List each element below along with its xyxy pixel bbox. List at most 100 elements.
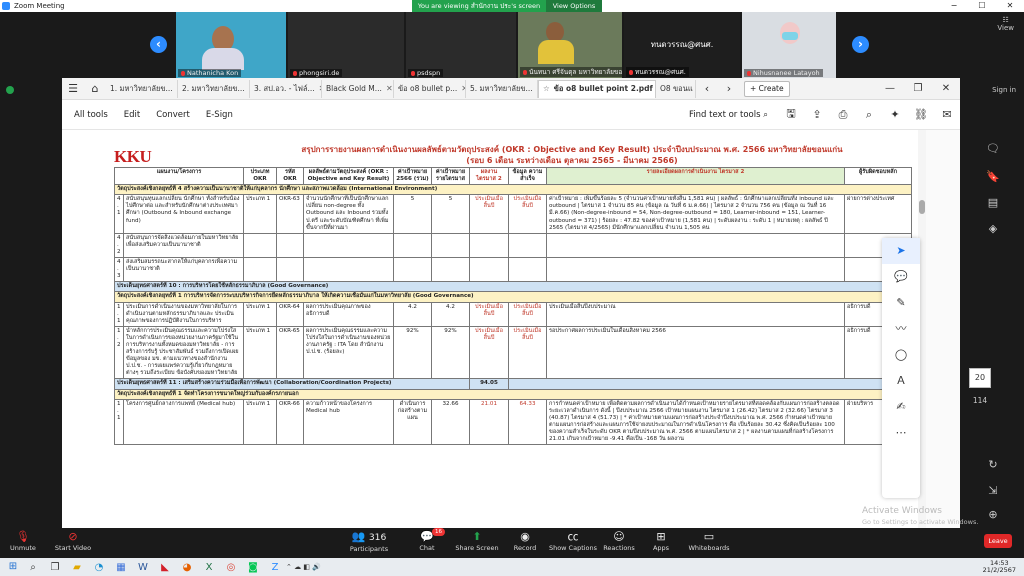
tab-document[interactable]: ข้อ o8 bullet p...✕ <box>394 79 466 98</box>
view-options-button[interactable]: View Options <box>546 0 602 12</box>
menu-icon[interactable]: ☰ <box>62 82 84 95</box>
find-text-or-tools[interactable]: Find text or tools ⌕ <box>689 110 768 120</box>
zoom-logo-icon <box>2 2 10 10</box>
file-explorer-icon[interactable]: ▰ <box>66 562 88 573</box>
participant-tile[interactable]: ทนดวรรณ@ศนศ. ทนดวรรณ@ศนศ. <box>624 12 740 78</box>
tab-document[interactable]: 5. มหาวิทยาลัยข...✕ <box>466 79 538 98</box>
system-tray-icons[interactable]: ⌃ ☁ ◧ 🔊 <box>286 563 321 571</box>
row-annual: 32.66 <box>431 398 470 446</box>
tab-document[interactable]: O8 ขอนแ <box>656 79 696 98</box>
scrollbar-thumb[interactable] <box>919 200 925 214</box>
tab-document[interactable]: Black Gold M... ✕ <box>322 79 394 98</box>
row-empty-cell <box>303 232 394 259</box>
close-tab-icon[interactable]: ✕ <box>315 80 321 98</box>
minimize-icon[interactable]: — <box>876 83 904 94</box>
task-view-icon[interactable]: ❐ <box>44 562 66 573</box>
home-icon[interactable]: ⌂ <box>84 82 106 95</box>
row-empty-cell <box>508 232 547 259</box>
pages-panel-icon[interactable]: ▤ <box>962 196 1024 209</box>
link-icon[interactable]: ⛓ <box>908 108 934 121</box>
add-comment-icon[interactable]: 💬 <box>882 264 920 290</box>
edit-menu[interactable]: Edit <box>124 110 140 120</box>
gallery-prev-icon[interactable]: ‹ <box>150 36 167 53</box>
highlight-pen-icon[interactable]: ✎ <box>882 290 920 316</box>
windows-start-icon[interactable]: ⊞ <box>4 561 22 573</box>
participant-tile[interactable]: นันทนา ศรีจันตุล มหาวิทยาลัยขอ... <box>518 12 622 78</box>
upload-icon[interactable]: ⇪ <box>804 108 830 121</box>
select-cursor-icon[interactable]: ➤ <box>882 238 920 264</box>
search-icon[interactable]: ⌕ <box>22 562 44 573</box>
layers-panel-icon[interactable]: ◈ <box>962 222 1024 235</box>
row-q2: ประเมินเมื่อสิ้นปี <box>469 194 509 234</box>
close-icon[interactable]: ✕ <box>932 83 960 94</box>
chrome-icon[interactable]: ◎ <box>220 562 242 573</box>
mail-icon[interactable]: ✉ <box>934 108 960 121</box>
row-empty-cell <box>469 257 509 283</box>
zoom-app-icon[interactable]: Z <box>264 562 286 573</box>
activate-windows-watermark: Activate Windows Go to Settings to activa… <box>862 506 979 526</box>
fill-sign-icon[interactable]: ✍ <box>882 394 920 420</box>
maximize-icon[interactable]: ☐ <box>968 0 996 12</box>
esign-menu[interactable]: E-Sign <box>206 110 233 120</box>
section-heading: วัตถุประสงค์เชิงกลยุทธ์ที่ 4 สร้างความเป… <box>114 184 912 196</box>
row-q2: ประเมินเมื่อสิ้นปี <box>469 325 509 380</box>
row-type: ประเภท 1 <box>243 301 277 327</box>
security-shield-icon[interactable] <box>6 86 14 94</box>
start-video-button[interactable]: ⊘ Start Video <box>38 530 108 552</box>
row-code: OKR-63 <box>276 194 304 234</box>
search-doc-icon[interactable]: ⌕ <box>856 108 882 122</box>
rotate-icon[interactable]: ↻ <box>962 458 1024 471</box>
convert-menu[interactable]: Convert <box>156 110 190 120</box>
tab-scroll-right-icon[interactable]: › <box>718 82 740 95</box>
comment-panel-icon[interactable]: 🗨 <box>962 142 1024 155</box>
more-tools-icon[interactable]: ⋯ <box>882 420 920 446</box>
excel-icon[interactable]: X <box>198 562 220 573</box>
participant-tile[interactable]: Nathanicha Kon <box>176 12 286 78</box>
close-icon[interactable]: ✕ <box>996 0 1024 12</box>
store-icon[interactable]: ▦ <box>110 562 132 573</box>
line-icon[interactable]: ◙ <box>242 562 264 573</box>
acrobat-icon[interactable]: ◣ <box>154 562 176 573</box>
minimize-icon[interactable]: − <box>940 0 968 12</box>
tab-active-document[interactable]: ☆ข้อ o8 bullet point 2.pdf✕ <box>538 79 656 98</box>
save-icon[interactable]: 🖫 <box>778 105 804 124</box>
restore-icon[interactable]: ❐ <box>904 83 932 94</box>
tab-document[interactable]: 1. มหาวิทยาลัยข...✕ <box>106 79 178 98</box>
draw-freehand-icon[interactable]: 〰 <box>882 316 920 342</box>
participant-tile[interactable]: Nihusnanee Latayoh <box>742 12 836 78</box>
print-icon[interactable]: ⎙ <box>830 108 856 122</box>
star-icon[interactable]: ☆ <box>543 81 550 98</box>
tab-document[interactable]: 2. มหาวิทยาลัยข...✕ <box>178 79 250 98</box>
strategy-row: ประเด็นยุทธศาสตร์ที่ 11 : เสริมสร้างความ… <box>114 378 912 390</box>
sign-in-link[interactable]: Sign in <box>992 86 1016 94</box>
row-plan: สนับสนุนทุนแลกเปลี่ยน นักศึกษา ทั้งสำหรั… <box>123 194 244 234</box>
all-tools-menu[interactable]: All tools <box>74 110 108 120</box>
gallery-view-button[interactable]: ☷ View <box>997 16 1014 32</box>
whiteboard-icon: ▭ <box>703 530 715 543</box>
close-tab-icon[interactable]: ✕ <box>382 80 393 98</box>
firefox-icon[interactable]: ◕ <box>176 562 198 573</box>
draw-shape-icon[interactable]: ◯ <box>882 342 920 368</box>
bookmark-panel-icon[interactable]: 🔖 <box>962 170 1024 183</box>
objective-row: วัตถุประสงค์เชิงกลยุทธ์ที่ 4 สร้างความเป… <box>114 184 912 196</box>
word-icon[interactable]: W <box>132 562 154 573</box>
tab-document[interactable]: 3. สป.อว. - ไฟล์...✕ <box>250 79 322 98</box>
whiteboards-button[interactable]: ▭ Whiteboards <box>674 530 744 552</box>
row-number: 4.1 <box>114 194 124 234</box>
page-number-input[interactable]: 20 <box>969 368 991 388</box>
row-result: ผลการประเมินคุณธรรมและความโปร่งใสในการดำ… <box>303 325 394 380</box>
viewing-banner: You are viewing สำนักงาน ประ's screen <box>412 0 546 12</box>
ai-assistant-icon[interactable]: ✦ <box>882 108 908 121</box>
participant-tile[interactable]: psdspn <box>406 12 516 78</box>
text-box-icon[interactable]: Ａ <box>882 368 920 394</box>
header-detail: รายละเอียดผลการดำเนินงาน ไตรมาส 2 <box>546 166 845 186</box>
zoom-fit-icon[interactable]: ⇲ <box>962 484 1024 497</box>
create-button[interactable]: + Create <box>744 80 790 97</box>
gallery-next-icon[interactable]: › <box>852 36 869 53</box>
tab-scroll-left-icon[interactable]: ‹ <box>696 82 718 95</box>
close-tab-icon[interactable]: ✕ <box>457 80 465 98</box>
participant-tile[interactable]: phongsiri.de <box>288 12 404 78</box>
leave-button[interactable]: Leave <box>984 534 1012 548</box>
objective-row: วัตถุประสงค์เชิงกลยุทธ์ที่ 1 จัดทำโครงกา… <box>114 388 912 400</box>
edge-icon[interactable]: ◔ <box>88 562 110 573</box>
